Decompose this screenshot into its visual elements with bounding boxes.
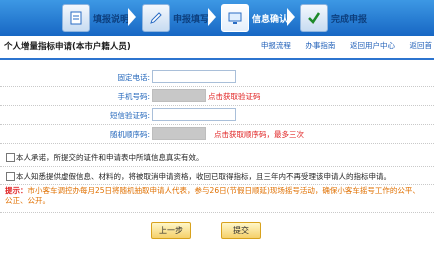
step-bar: 填报说明 申报填写 信息确认 完成申报 [0,0,434,36]
agreement-text-2: 本人知悉提供虚假信息、材料的，将被取消申请资格，收回已取得指标，且三年内不再受理… [16,172,391,181]
link-process[interactable]: 申报流程 [261,41,291,50]
monitor-icon [221,4,249,32]
notice: 提示：市小客车调控办每月25日将随机抽取申请人代表，参与26日(节假日顺延)现场… [5,186,425,206]
prev-step-button[interactable]: 上一步 [151,222,191,239]
top-links: 申报流程 办事指南 返回用户中心 返回首 [249,40,432,51]
checkmark-icon [300,4,328,32]
random-code-label: 随机顺序码: [109,130,150,139]
step-3-label: 信息确认 [252,15,289,25]
pencil-icon [142,4,170,32]
step-arrow [208,8,216,26]
title-divider [0,58,434,60]
agreement-row-1: 本人承诺，所提交的证件和申请表中所填信息真实有效。 [0,149,434,165]
divider [0,212,434,213]
step-arrow [287,8,295,26]
verify-code-field[interactable] [152,108,236,121]
step-2-label: 申报填写 [173,15,210,25]
fixed-phone-field[interactable] [152,70,236,83]
divider [0,166,434,167]
fixed-phone-label: 固定电话: [117,73,150,82]
agreement-row-2: 本人知悉提供虚假信息、材料的，将被取消申请资格，收回已取得指标，且三年内不再受理… [0,168,434,184]
link-user-center[interactable]: 返回用户中心 [350,41,395,50]
agreement-text-1: 本人承诺，所提交的证件和申请表中所填信息真实有效。 [16,153,204,162]
divider [0,184,434,185]
step-arrow [128,8,136,26]
link-home[interactable]: 返回首 [410,41,433,50]
submit-button[interactable]: 提交 [221,222,261,239]
title-row: 个人增量指标申请(本市户籍人员) 申报流程 办事指南 返回用户中心 返回首 [0,40,434,54]
agreement-checkbox-2[interactable] [6,172,15,181]
agreement-checkbox-1[interactable] [6,153,15,162]
verify-code-label: 短信验证码: [109,111,150,120]
mobile-field[interactable] [152,89,206,102]
notice-prefix: 提示： [5,186,28,195]
document-icon [62,4,90,32]
fixed-phone-row: 固定电话: [0,68,434,87]
mobile-label: 手机号码: [117,92,150,101]
random-code-row: 随机顺序码: 点击获取顺序码，最多三次 [0,125,434,144]
page-title: 个人增量指标申请(本市户籍人员) [4,42,131,52]
random-code-field[interactable] [152,127,206,140]
link-guide[interactable]: 办事指南 [305,41,335,50]
get-random-code-link[interactable]: 点击获取顺序码，最多三次 [214,129,304,140]
step-4-label: 完成申报 [331,15,368,25]
mobile-row: 手机号码: 点击获取验证码 [0,87,434,106]
notice-text: 市小客车调控办每月25日将随机抽取申请人代表，参与26日(节假日顺延)现场摇号活… [5,186,420,205]
verify-code-row: 短信验证码: [0,106,434,125]
step-1-label: 填报说明 [93,15,130,25]
get-verify-code-link[interactable]: 点击获取验证码 [208,91,261,102]
